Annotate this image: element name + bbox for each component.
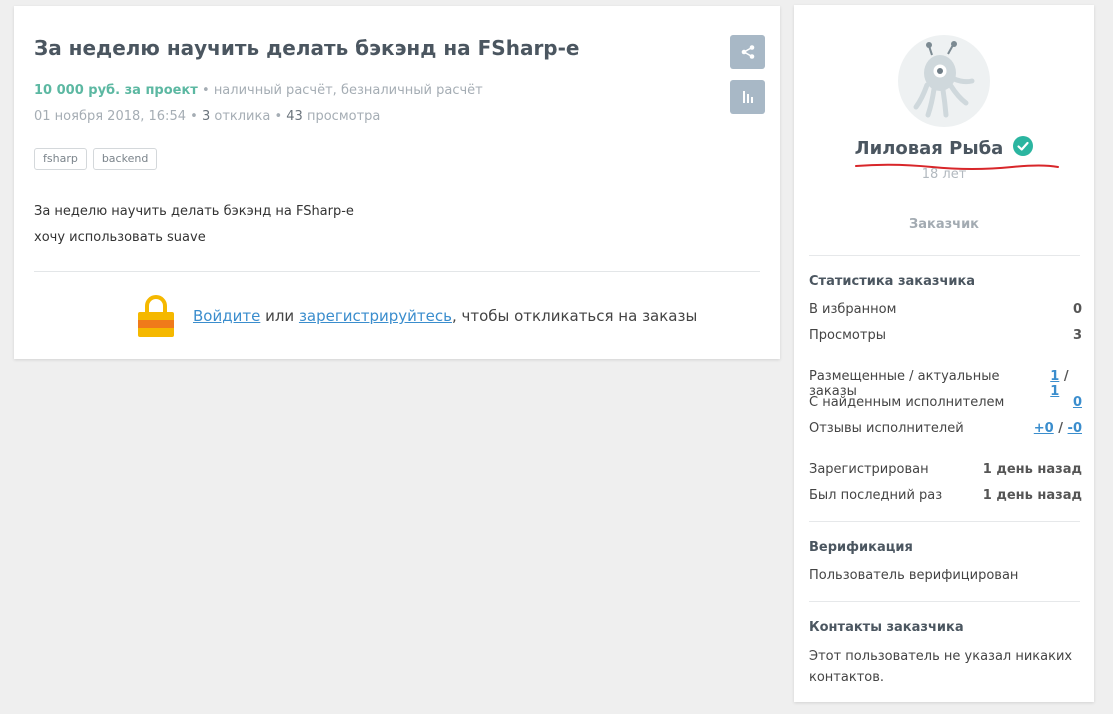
share-icon — [741, 45, 754, 59]
task-payment: наличный расчёт, безналичный расчёт — [213, 83, 483, 98]
stat-label: С найденным исполнителем — [809, 395, 1005, 410]
reviews-negative-link[interactable]: -0 — [1068, 421, 1082, 436]
description-line: хочу использовать suave — [34, 230, 206, 245]
contacts-text: Этот пользователь не указал никаких конт… — [809, 649, 1073, 685]
stats-button[interactable] — [730, 80, 765, 114]
task-price: 10 000 руб. за проект — [34, 83, 198, 98]
views-label: просмотра — [306, 109, 381, 124]
bullet: • — [274, 109, 283, 124]
stat-label: В избранном — [809, 302, 897, 317]
user-name: Лиловая Рыба — [854, 138, 1004, 159]
divider — [809, 601, 1080, 602]
separator: / — [1059, 369, 1069, 384]
responses-count: 3 — [201, 109, 211, 124]
register-link[interactable]: зарегистрируйтесь — [299, 307, 452, 325]
avatar[interactable] — [898, 35, 990, 127]
login-or: или — [260, 307, 299, 325]
login-prompt: Войдите или зарегистрируйтесь, чтобы отк… — [138, 295, 697, 337]
stat-value: 3 — [1072, 328, 1082, 343]
stat-label: Зарегистрирован — [809, 462, 929, 477]
stat-views: Просмотры 3 — [809, 328, 1082, 343]
stat-with-performer: С найденным исполнителем 0 — [809, 395, 1082, 410]
stat-value: 0 — [1072, 302, 1082, 317]
stat-value: 0 — [1073, 395, 1082, 410]
reviews-positive-link[interactable]: +0 — [1034, 421, 1054, 436]
login-text: Войдите или зарегистрируйтесь, чтобы отк… — [193, 307, 697, 325]
user-age: 18 лет — [921, 167, 967, 182]
divider — [809, 255, 1080, 256]
stat-favorites: В избранном 0 — [809, 302, 1082, 317]
description-line: За неделю научить делать бэкэнд на FShar… — [34, 204, 354, 219]
contacts-title: Контакты заказчика — [809, 620, 964, 635]
stat-label: Отзывы исполнителей — [809, 421, 964, 436]
bullet: • — [190, 109, 198, 124]
divider — [34, 271, 760, 272]
verification-text: Пользователь верифицирован — [809, 568, 1019, 583]
login-link[interactable]: Войдите — [193, 307, 260, 325]
stat-registered: Зарегистрирован 1 день назад — [809, 462, 1082, 477]
orders-placed-link[interactable]: 1 — [1050, 369, 1059, 384]
stat-reviews: Отзывы исполнителей +0 / -0 — [809, 421, 1082, 436]
stats-title: Статистика заказчика — [809, 274, 976, 289]
divider — [809, 521, 1080, 522]
task-tags: fsharp backend — [34, 148, 158, 170]
responses-label: отклика — [214, 109, 271, 124]
user-role: Заказчик — [908, 217, 979, 232]
lock-icon — [138, 295, 174, 337]
tag-backend[interactable]: backend — [92, 148, 158, 170]
task-title: За неделю научить делать бэкэнд на FShar… — [34, 36, 580, 60]
stat-label: Был последний раз — [809, 488, 943, 503]
octopus-avatar-icon — [913, 41, 975, 118]
user-name-row: Лиловая Рыба — [794, 136, 1094, 159]
stat-last-seen: Был последний раз 1 день назад — [809, 488, 1082, 503]
separator: / — [1053, 421, 1068, 436]
task-description: За неделю научить делать бэкэнд на FShar… — [34, 199, 354, 251]
bullet: • — [202, 83, 210, 98]
tag-fsharp[interactable]: fsharp — [34, 148, 87, 170]
verified-check-icon — [1013, 136, 1034, 156]
task-date: 01 ноября 2018, 16:54 — [34, 109, 186, 124]
task-meta-line: 01 ноября 2018, 16:54 • 3 отклика • 43 п… — [34, 109, 380, 124]
stat-label: Просмотры — [809, 328, 886, 343]
customer-sidebar: Лиловая Рыба 18 лет Заказчик Статистика … — [794, 5, 1094, 702]
verification-title: Верификация — [809, 540, 913, 555]
login-suffix: , чтобы откликаться на заказы — [451, 307, 698, 325]
stats-icon — [742, 91, 753, 103]
task-price-line: 10 000 руб. за проект • наличный расчёт,… — [34, 83, 483, 98]
with-performer-link[interactable]: 0 — [1073, 395, 1082, 410]
views-count: 43 — [286, 109, 303, 124]
task-card: За неделю научить делать бэкэнд на FShar… — [14, 6, 780, 359]
stat-value: +0 / -0 — [1034, 421, 1082, 436]
stat-value: 1 день назад — [982, 488, 1082, 503]
stat-value: 1 день назад — [982, 462, 1082, 477]
share-button[interactable] — [730, 35, 765, 69]
